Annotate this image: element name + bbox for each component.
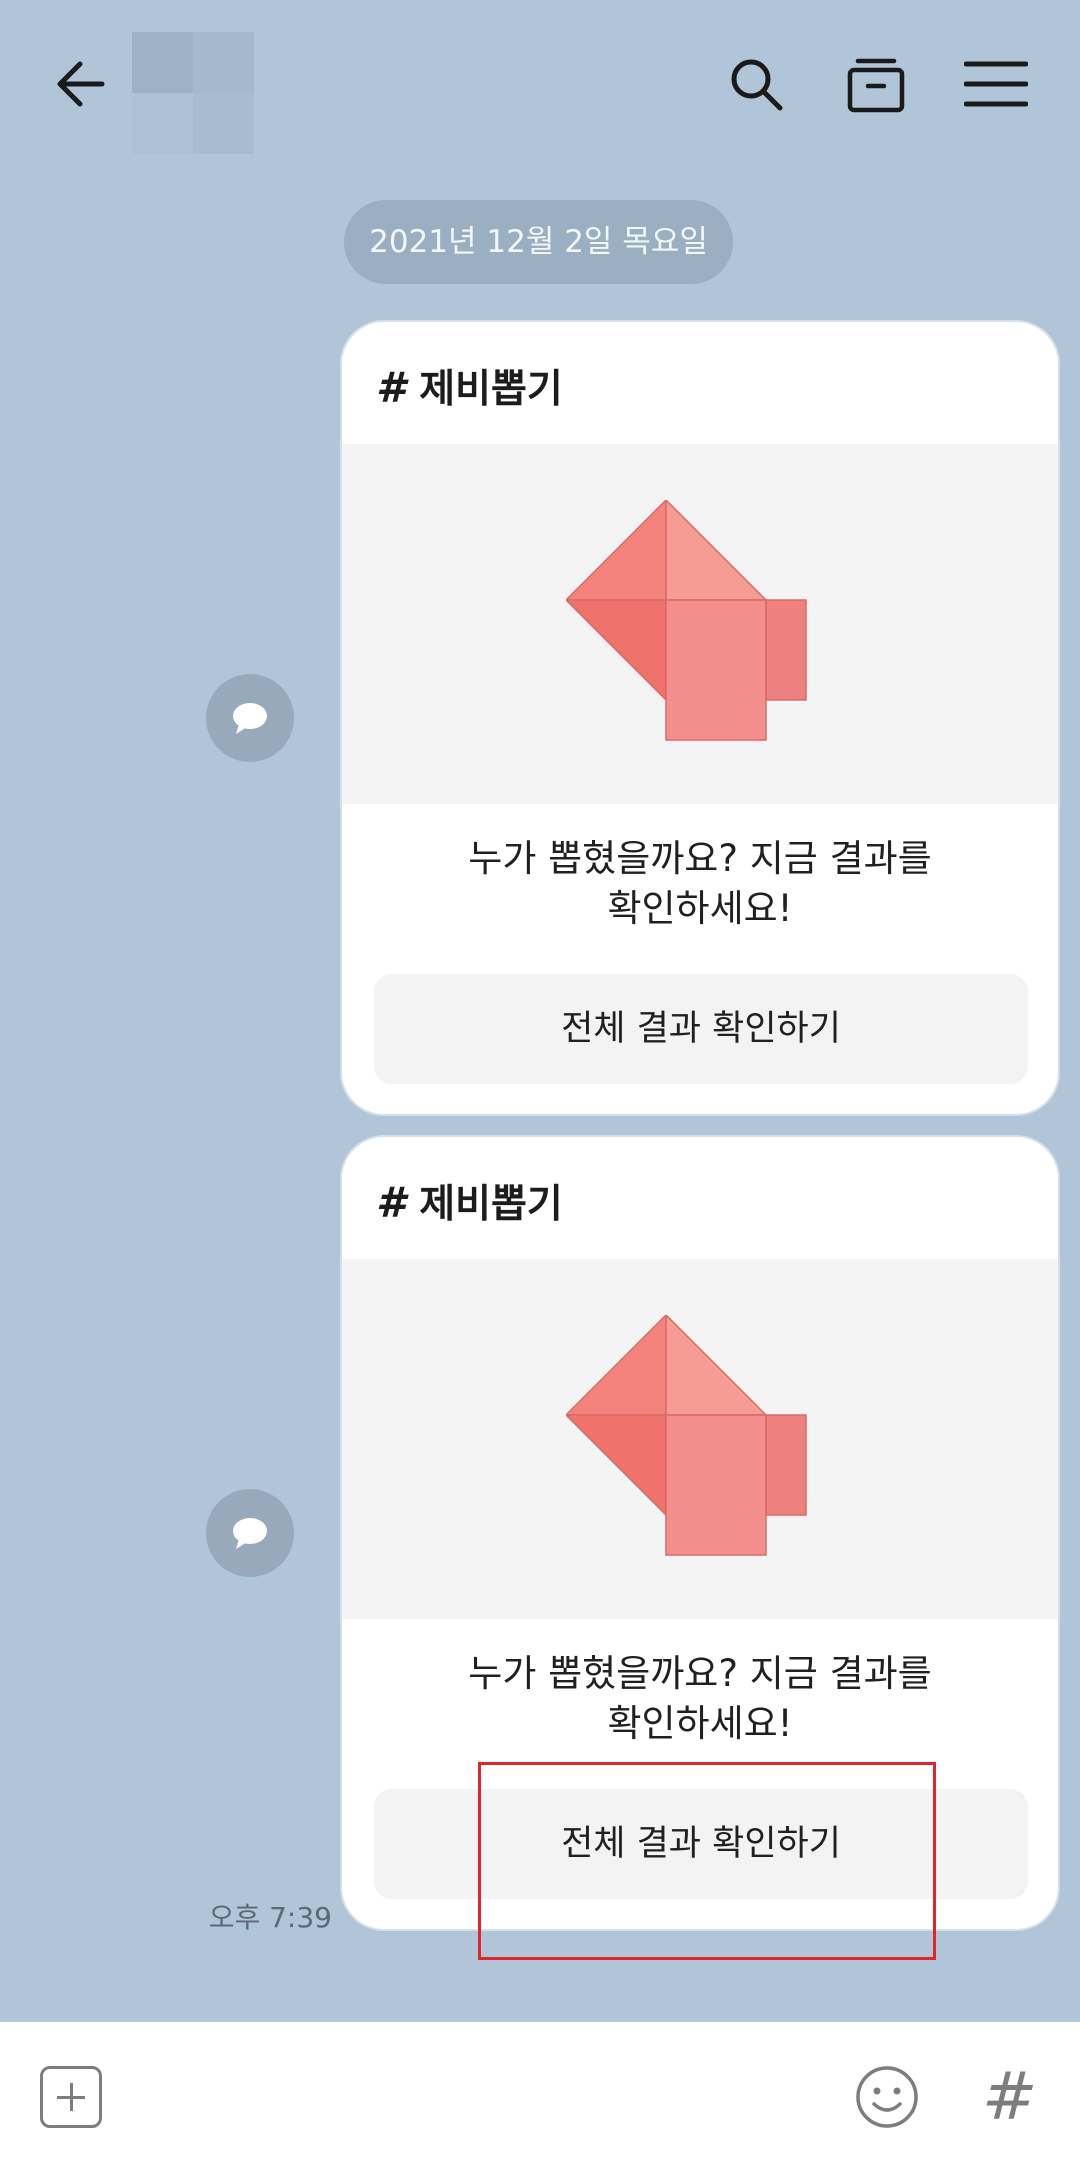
hash-icon: # (376, 363, 406, 412)
lottery-illustration (342, 444, 1058, 804)
highlight-box (478, 1762, 936, 1960)
hash-search-button[interactable]: # (982, 2052, 1037, 2142)
arrow-left-icon (57, 61, 105, 107)
date-divider: 2021년 12월 2일 목요일 (344, 200, 733, 284)
lottery-illustration (342, 1259, 1058, 1619)
emoji-button[interactable] (854, 2064, 920, 2130)
card-title: # 제비뽑기 (376, 1165, 563, 1241)
card-title-text: 제비뽑기 (419, 1182, 563, 1227)
drawer-button[interactable] (844, 52, 908, 116)
card-message-line: 확인하세요! (607, 1702, 793, 1745)
emoji-icon (856, 2066, 918, 2128)
talk-bubble-icon (206, 674, 294, 762)
card-title: # 제비뽑기 (376, 350, 563, 426)
talk-bubble-icon (206, 1489, 294, 1577)
card-message: 누가 뽑혔을까요? 지금 결과를 확인하세요! (342, 1649, 1058, 1749)
lottery-shape-icon (566, 1315, 807, 1556)
card-title-text: 제비뽑기 (419, 367, 563, 412)
input-bar: # (0, 2022, 1080, 2168)
hash-icon: # (376, 1178, 406, 1227)
chat-header (0, 0, 1080, 180)
hamburger-menu-icon (963, 61, 1029, 107)
view-all-results-button[interactable]: 전체 결과 확인하기 (374, 974, 1028, 1084)
back-button[interactable] (52, 52, 116, 116)
card-message-line: 확인하세요! (607, 887, 793, 930)
plus-square-icon[interactable] (40, 2066, 102, 2128)
card-message-line: 누가 뽑혔을까요? 지금 결과를 (468, 837, 932, 880)
card-message: 누가 뽑혔을까요? 지금 결과를 확인하세요! (342, 834, 1058, 934)
card-message-line: 누가 뽑혔을까요? 지금 결과를 (468, 1652, 932, 1695)
message-timestamp: 오후 7:39 (208, 1901, 332, 1934)
avatar[interactable] (132, 32, 254, 154)
menu-button[interactable] (963, 52, 1029, 116)
search-icon (731, 59, 783, 111)
lottery-card: # 제비뽑기 누가 뽑혔을까요? 지금 결과를 확인하세요! 전체 결과 확인하기 (340, 320, 1060, 1116)
search-button[interactable] (724, 52, 788, 116)
drawer-icon (847, 58, 905, 113)
lottery-shape-icon (566, 500, 807, 741)
